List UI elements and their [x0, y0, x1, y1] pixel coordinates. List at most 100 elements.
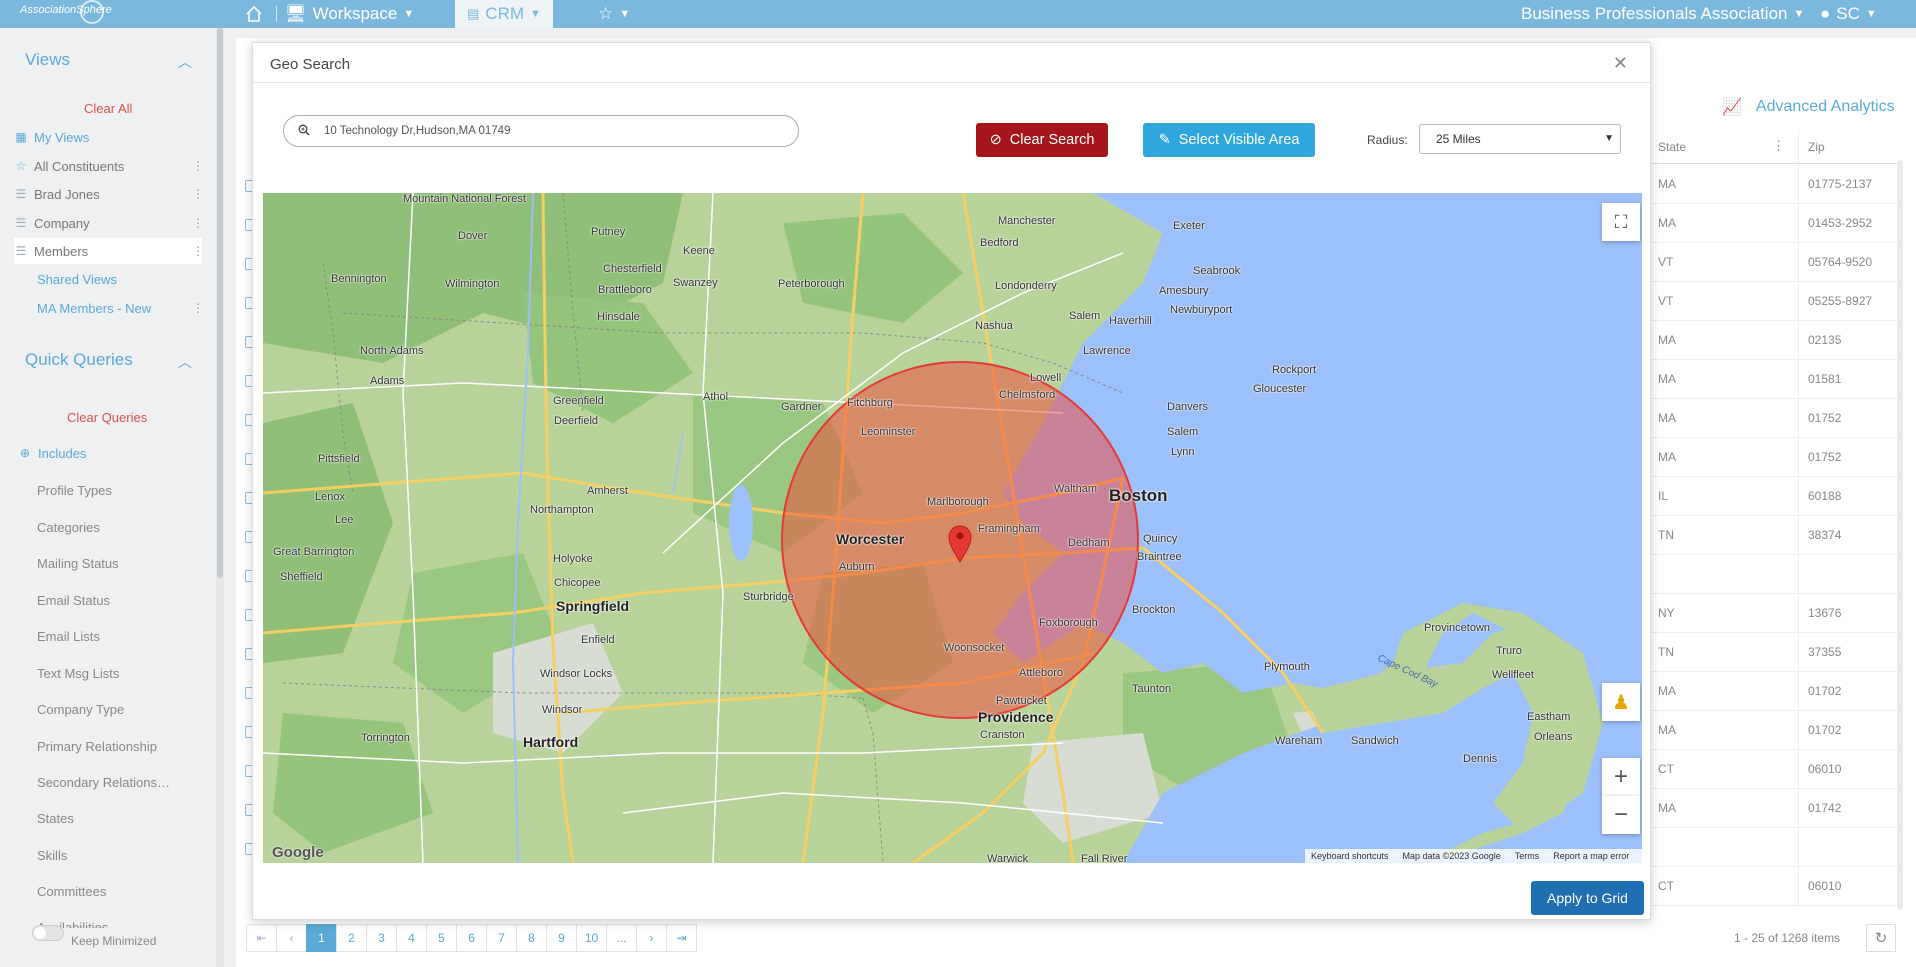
keyboard-shortcuts-link[interactable]: Keyboard shortcuts	[1311, 851, 1389, 861]
table-row[interactable]: TN 37355	[1650, 633, 1900, 672]
prev-page-button[interactable]: ‹	[276, 924, 307, 952]
table-row[interactable]: MA 01775-2137	[1650, 165, 1900, 204]
keep-minimized-toggle[interactable]	[32, 925, 64, 941]
query-item[interactable]: Text Msg Lists	[37, 666, 119, 681]
first-page-button[interactable]: ⇤	[246, 924, 277, 952]
page-button[interactable]: 3	[366, 924, 397, 952]
kebab-menu-icon[interactable]: ⋮	[192, 216, 204, 230]
select-visible-area-button[interactable]: ✎ Select Visible Area	[1143, 123, 1315, 157]
query-item[interactable]: Primary Relationship	[37, 739, 157, 754]
table-row[interactable]: IL 60188	[1650, 477, 1900, 516]
radius-select[interactable]: 25 Miles ▼	[1419, 124, 1621, 154]
table-row[interactable]: VT 05255-8927	[1650, 282, 1900, 321]
workspace-menu[interactable]: 🖥 Workspace ▼	[285, 0, 414, 28]
user-menu[interactable]: ● SC ▼	[1820, 0, 1877, 28]
table-row[interactable]: MA 01752	[1650, 399, 1900, 438]
sidebar-item-company[interactable]: ☰ Company ⋮	[14, 210, 204, 236]
organization-label: Business Professionals Association	[1521, 4, 1788, 23]
page-button[interactable]: 7	[486, 924, 517, 952]
table-row[interactable]: NY 13676	[1650, 594, 1900, 633]
sidebar-item-shared-views[interactable]: Shared Views	[37, 266, 202, 292]
table-row[interactable]: MA 02135	[1650, 321, 1900, 360]
home-icon[interactable]	[245, 0, 263, 28]
table-row[interactable]: VT 05764-9520	[1650, 243, 1900, 282]
includes-toggle[interactable]: ⊕ Includes	[18, 440, 206, 466]
sidebar-scrollbar[interactable]	[216, 28, 224, 967]
query-item[interactable]: Mailing Status	[37, 556, 119, 571]
organization-menu[interactable]: Business Professionals Association ▼	[1521, 0, 1804, 28]
page-button[interactable]: 10	[576, 924, 607, 952]
terms-link[interactable]: Terms	[1515, 851, 1540, 861]
topbar-divider	[276, 6, 277, 22]
query-item[interactable]: Secondary Relations…	[37, 775, 170, 790]
kebab-menu-icon[interactable]: ⋮	[1772, 138, 1785, 154]
crm-menu[interactable]: ▤ CRM ▼	[455, 0, 553, 28]
more-pages-button[interactable]: ...	[606, 924, 637, 952]
query-item[interactable]: Email Lists	[37, 629, 100, 644]
chevron-up-icon[interactable]: ︿	[178, 52, 192, 72]
query-item[interactable]: Skills	[37, 848, 67, 863]
close-icon[interactable]: ✕	[1613, 53, 1628, 74]
map-label: Framingham	[978, 523, 1040, 535]
kebab-menu-icon[interactable]: ⋮	[192, 187, 204, 201]
chevron-up-icon[interactable]: ︿	[178, 352, 192, 372]
table-row[interactable]: CT 06010	[1650, 750, 1900, 789]
sidebar-item-brad-jones[interactable]: ☰ Brad Jones ⋮	[14, 181, 204, 207]
sidebar-item-my-views[interactable]: ▦ My Views	[14, 124, 202, 150]
table-row[interactable]	[1650, 828, 1900, 867]
sidebar-item-ma-members[interactable]: MA Members - New ⋮	[37, 295, 204, 321]
next-page-button[interactable]: ›	[636, 924, 667, 952]
map-label: Dedham	[1068, 537, 1110, 549]
refresh-icon[interactable]: ↻	[1866, 924, 1896, 952]
page-button[interactable]: 9	[546, 924, 577, 952]
table-row[interactable]: MA 01581	[1650, 360, 1900, 399]
table-row[interactable]: MA 01702	[1650, 711, 1900, 750]
address-search-input[interactable]	[324, 125, 764, 137]
query-item[interactable]: Email Status	[37, 593, 110, 608]
views-title[interactable]: Views	[25, 50, 70, 70]
favorites-menu[interactable]: ☆ ▼	[598, 0, 630, 28]
table-row[interactable]	[1650, 555, 1900, 594]
column-header-zip[interactable]: Zip	[1808, 140, 1825, 154]
sidebar-item-members[interactable]: ☰ Members ⋮	[14, 238, 204, 264]
zoom-out-icon[interactable]: −	[1602, 796, 1640, 834]
clear-all-link[interactable]: Clear All	[84, 101, 132, 116]
query-item[interactable]: Profile Types	[37, 483, 112, 498]
report-error-link[interactable]: Report a map error	[1553, 851, 1633, 861]
query-item[interactable]: Committees	[37, 884, 106, 899]
page-button[interactable]: 1	[306, 924, 337, 952]
table-row[interactable]: TN 38374	[1650, 516, 1900, 555]
apply-to-grid-button[interactable]: Apply to Grid	[1531, 881, 1644, 915]
page-button[interactable]: 2	[336, 924, 367, 952]
column-header-state[interactable]: State	[1658, 140, 1686, 154]
map-view[interactable]: Mountain National Forest Dover Putney Ke…	[263, 193, 1642, 863]
table-row[interactable]: MA 01453-2952	[1650, 204, 1900, 243]
query-item[interactable]: States	[37, 811, 74, 826]
table-row[interactable]: CT 06010	[1650, 867, 1900, 906]
kebab-menu-icon[interactable]: ⋮	[192, 301, 204, 315]
table-row[interactable]: MA 01702	[1650, 672, 1900, 711]
chevron-down-icon: ▼	[1865, 8, 1877, 20]
query-item[interactable]: Company Type	[37, 702, 124, 717]
fullscreen-icon[interactable]: ⛶	[1602, 203, 1640, 241]
page-button[interactable]: 4	[396, 924, 427, 952]
kebab-menu-icon[interactable]: ⋮	[192, 159, 204, 173]
page-button[interactable]: 6	[456, 924, 487, 952]
sidebar-item-all-constituents[interactable]: ☆ All Constituents ⋮	[14, 153, 204, 179]
zoom-in-icon[interactable]: +	[1602, 758, 1640, 796]
table-row[interactable]: MA 01742	[1650, 789, 1900, 828]
clear-search-button[interactable]: ⊘ Clear Search	[976, 123, 1108, 157]
query-item[interactable]: Categories	[37, 520, 100, 535]
clear-queries-link[interactable]: Clear Queries	[67, 410, 147, 425]
quick-queries-title[interactable]: Quick Queries	[25, 350, 133, 370]
table-row[interactable]: MA 01752	[1650, 438, 1900, 477]
page-button[interactable]: 8	[516, 924, 547, 952]
street-view-pegman-icon[interactable]: ♟	[1602, 683, 1640, 721]
address-search-field[interactable]	[283, 115, 799, 147]
map-label: Hinsdale	[597, 311, 640, 323]
advanced-analytics-link[interactable]: 📈 Advanced Analytics	[1722, 97, 1895, 117]
grid-scrollbar[interactable]	[1897, 160, 1903, 910]
last-page-button[interactable]: ⇥	[666, 924, 697, 952]
page-button[interactable]: 5	[426, 924, 457, 952]
kebab-menu-icon[interactable]: ⋮	[192, 244, 204, 258]
